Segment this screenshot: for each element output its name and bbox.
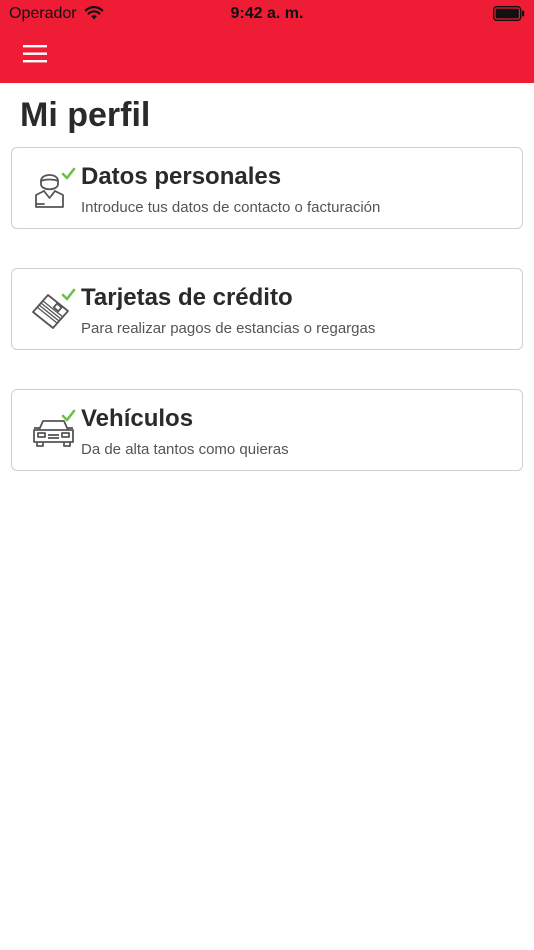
card-title: Tarjetas de crédito [81, 284, 293, 311]
status-clock: 9:42 a. m. [230, 5, 304, 22]
card-tarjetas-de-credito[interactable]: Tarjetas de crédito Para realizar pagos … [11, 268, 523, 350]
hamburger-menu-button[interactable] [23, 40, 55, 68]
card-datos-personales[interactable]: Datos personales Introduce tus datos de … [11, 147, 523, 229]
car-check-icon [33, 409, 76, 447]
status-bar: Operador 9:42 a. m. [0, 0, 534, 28]
card-subtitle: Introduce tus datos de contacto o factur… [81, 199, 381, 216]
card-vehiculos[interactable]: Vehículos Da de alta tantos como quieras [11, 389, 523, 471]
card-subtitle: Da de alta tantos como quieras [81, 441, 289, 458]
person-check-icon [35, 167, 76, 208]
page-title: Mi perfil [20, 96, 151, 134]
card-subtitle: Para realizar pagos de estancias o regar… [81, 320, 376, 337]
hamburger-menu-icon [23, 45, 47, 63]
credit-card-check-icon [32, 288, 76, 329]
card-title: Vehículos [81, 405, 194, 432]
battery-icon [493, 6, 525, 21]
app-header: Operador 9:42 a. m. [0, 0, 534, 83]
card-title: Datos personales [81, 163, 282, 190]
